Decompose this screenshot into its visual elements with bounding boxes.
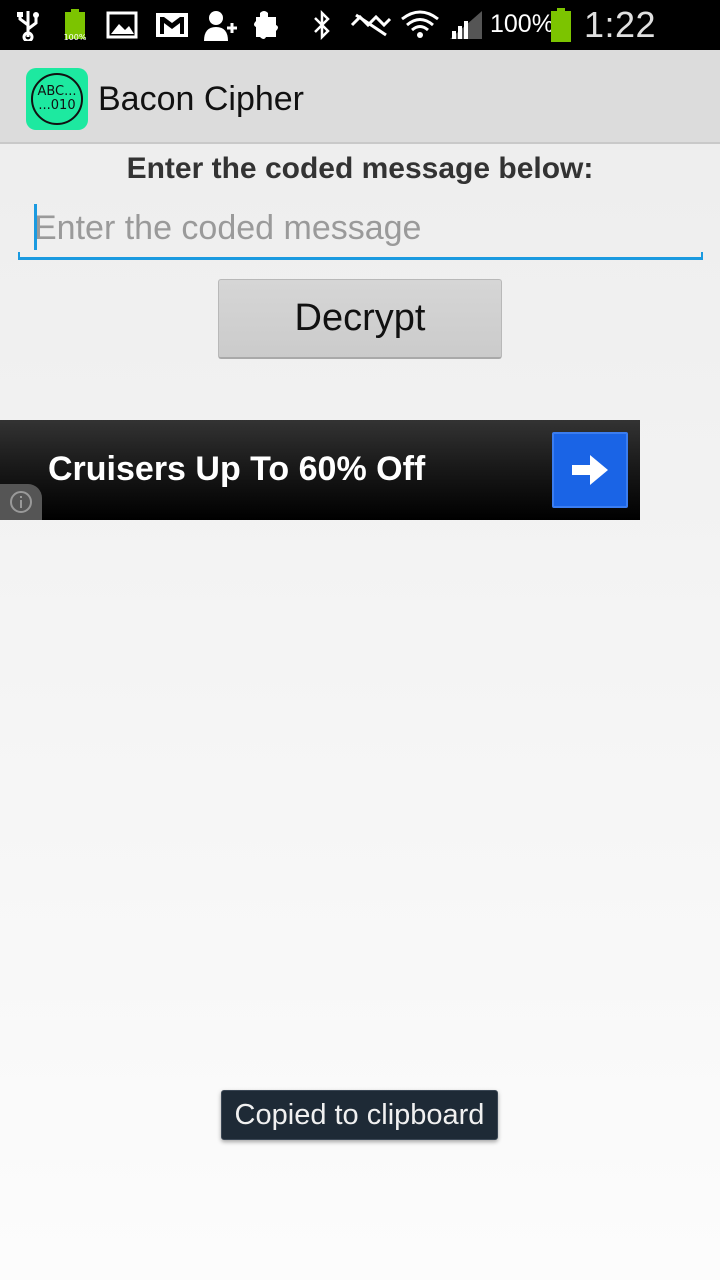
coded-message-input[interactable] <box>18 200 703 256</box>
bluetooth-icon <box>310 8 334 42</box>
app-logo-icon[interactable]: ABC... ...010 <box>26 68 88 130</box>
coded-message-field[interactable] <box>18 200 703 260</box>
gallery-icon <box>106 8 138 42</box>
battery-percent: 100% <box>490 10 554 38</box>
ad-info-icon[interactable] <box>0 484 42 520</box>
add-contact-icon <box>202 8 240 42</box>
app-title: Bacon Cipher <box>98 80 305 118</box>
app-logo-text-bottom: ...010 <box>38 98 76 113</box>
usb-icon <box>14 8 42 42</box>
battery-app-icon: 100% <box>60 8 90 42</box>
toast: Copied to clipboard <box>221 1090 498 1140</box>
prompt-label: Enter the coded message below: <box>126 152 594 185</box>
arrow-right-icon <box>572 455 608 485</box>
action-bar: ABC... ...010 Bacon Cipher <box>0 50 720 144</box>
app-logo-circle: ABC... ...010 <box>31 73 83 125</box>
gmail-icon <box>154 8 190 42</box>
status-bar: 100% 100% 1:22 PM <box>0 0 720 87</box>
signal-icon <box>448 8 484 42</box>
app-logo-text-top: ABC... <box>37 84 77 99</box>
wifi-icon <box>400 8 440 42</box>
input-underline <box>18 252 703 260</box>
svg-text:100%: 100% <box>64 33 87 41</box>
ad-text[interactable]: Cruisers Up To 60% Off <box>48 450 425 489</box>
puzzle-icon <box>252 8 282 42</box>
ad-banner[interactable]: Cruisers Up To 60% Off <box>0 420 640 520</box>
no-signal-icon <box>350 8 392 42</box>
battery-icon <box>548 8 574 42</box>
text-cursor <box>34 204 37 250</box>
decrypt-button[interactable]: Decrypt <box>218 279 502 359</box>
ad-arrow-button[interactable] <box>552 432 628 508</box>
